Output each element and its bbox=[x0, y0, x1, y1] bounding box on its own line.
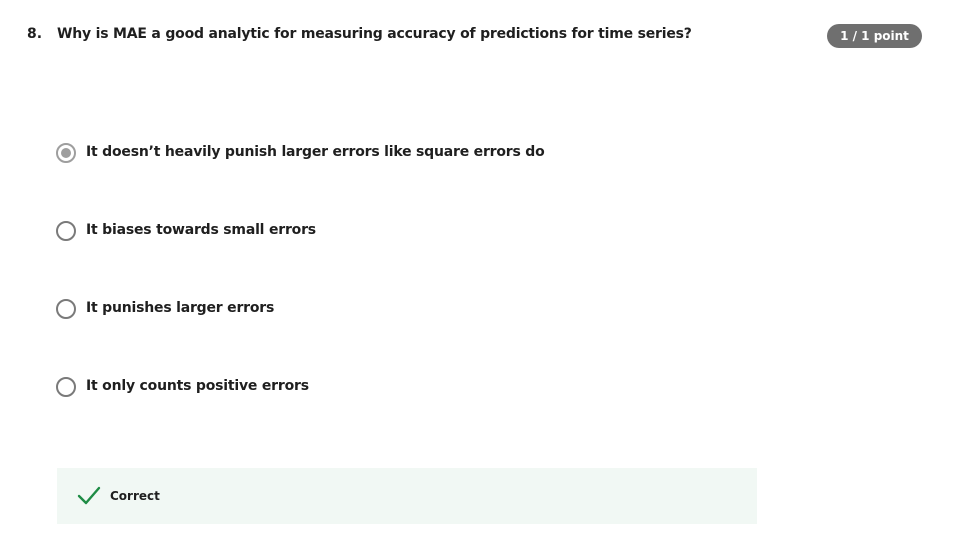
question-text: Why is MAE a good analytic for measuring… bbox=[57, 26, 692, 42]
answer-option-label: It punishes larger errors bbox=[86, 300, 275, 316]
answer-option-2[interactable]: It biases towards small errors bbox=[56, 221, 756, 243]
radio-button-selected[interactable] bbox=[56, 143, 76, 163]
answer-option-3[interactable]: It punishes larger errors bbox=[56, 299, 756, 321]
question-header: 8. Why is MAE a good analytic for measur… bbox=[27, 24, 927, 48]
feedback-label: Correct bbox=[110, 489, 160, 503]
answer-option-label: It doesn’t heavily punish larger errors … bbox=[86, 144, 545, 160]
answer-option-label: It only counts positive errors bbox=[86, 378, 309, 394]
check-icon bbox=[77, 486, 101, 505]
question-number: 8. bbox=[27, 26, 43, 42]
radio-button[interactable] bbox=[56, 377, 76, 397]
answer-option-label: It biases towards small errors bbox=[86, 222, 316, 238]
answer-option-1[interactable]: It doesn’t heavily punish larger errors … bbox=[56, 143, 756, 165]
answer-option-4[interactable]: It only counts positive errors bbox=[56, 377, 756, 399]
radio-dot bbox=[61, 148, 71, 158]
radio-button[interactable] bbox=[56, 221, 76, 241]
radio-button[interactable] bbox=[56, 299, 76, 319]
feedback-panel: Correct bbox=[57, 468, 757, 524]
score-badge: 1 / 1 point bbox=[827, 24, 922, 48]
